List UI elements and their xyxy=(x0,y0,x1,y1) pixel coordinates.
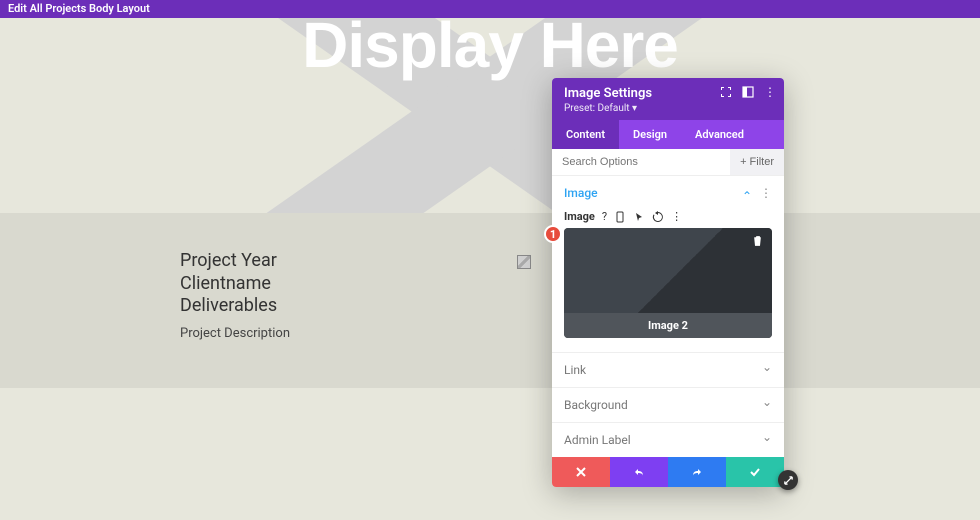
search-row: + Filter xyxy=(552,149,784,176)
body-strip xyxy=(0,213,980,388)
tab-design[interactable]: Design xyxy=(619,120,681,149)
section-background-title: Background xyxy=(564,398,628,412)
section-admin-label-title: Admin Label xyxy=(564,433,631,447)
plus-icon: + xyxy=(740,156,746,168)
section-image-title: Image xyxy=(564,186,598,200)
section-admin-label-header[interactable]: Admin Label xyxy=(552,423,784,457)
broken-image-icon[interactable] xyxy=(517,255,531,269)
reset-icon[interactable] xyxy=(652,211,664,223)
field-more-icon[interactable] xyxy=(671,210,682,223)
chevron-down-icon xyxy=(762,398,772,412)
top-bar-title: Edit All Projects Body Layout xyxy=(8,2,150,15)
project-deliverables: Deliverables xyxy=(180,295,290,318)
device-icon[interactable] xyxy=(614,211,626,223)
panel-tabs: Content Design Advanced xyxy=(552,120,784,149)
resize-handle-icon[interactable] xyxy=(778,470,798,490)
section-image-body: Image ? Image 2 xyxy=(552,210,784,352)
help-icon[interactable]: ? xyxy=(602,210,607,223)
confirm-button[interactable] xyxy=(726,457,784,487)
section-background-header[interactable]: Background xyxy=(552,388,784,422)
image-preview[interactable]: Image 2 xyxy=(564,228,772,338)
section-image-header[interactable]: Image xyxy=(552,176,784,210)
tab-advanced[interactable]: Advanced xyxy=(681,120,758,149)
more-icon[interactable] xyxy=(764,86,776,98)
preset-caret-icon: ▾ xyxy=(632,103,637,114)
project-year: Project Year xyxy=(180,250,290,273)
image-preview-caption: Image 2 xyxy=(564,313,772,338)
image-field-label-row: Image ? xyxy=(564,210,772,223)
hover-icon[interactable] xyxy=(633,211,645,223)
trash-icon[interactable] xyxy=(751,234,764,247)
snap-icon[interactable] xyxy=(742,86,754,98)
project-meta: Project Year Clientname Deliverables xyxy=(180,250,290,318)
section-link-title: Link xyxy=(564,363,586,377)
filter-button[interactable]: + Filter xyxy=(730,149,784,175)
section-more-icon[interactable] xyxy=(760,186,772,200)
hero-heading: Display Here xyxy=(0,18,980,82)
redo-button[interactable] xyxy=(668,457,726,487)
image-settings-panel[interactable]: Image Settings Preset: Default ▾ Content… xyxy=(552,78,784,487)
expand-icon[interactable] xyxy=(720,86,732,98)
project-content: Project Year Clientname Deliverables Pro… xyxy=(180,250,290,341)
cancel-button[interactable] xyxy=(552,457,610,487)
chevron-up-icon[interactable] xyxy=(742,186,752,200)
chevron-down-icon xyxy=(762,363,772,377)
section-link-header[interactable]: Link xyxy=(552,353,784,387)
section-image-toggles xyxy=(742,186,772,200)
panel-header[interactable]: Image Settings Preset: Default ▾ xyxy=(552,78,784,120)
undo-button[interactable] xyxy=(610,457,668,487)
chevron-down-icon xyxy=(762,433,772,447)
project-description: Project Description xyxy=(180,326,290,341)
project-client: Clientname xyxy=(180,273,290,296)
hero-region: Display Here xyxy=(0,18,980,213)
top-bar: Edit All Projects Body Layout xyxy=(0,0,980,18)
panel-preset[interactable]: Preset: Default ▾ xyxy=(564,103,772,114)
image-field-label: Image xyxy=(564,210,595,223)
annotation-badge-1: 1 xyxy=(544,225,562,243)
search-input[interactable] xyxy=(552,149,730,175)
panel-footer xyxy=(552,457,784,487)
tab-content[interactable]: Content xyxy=(552,120,619,149)
